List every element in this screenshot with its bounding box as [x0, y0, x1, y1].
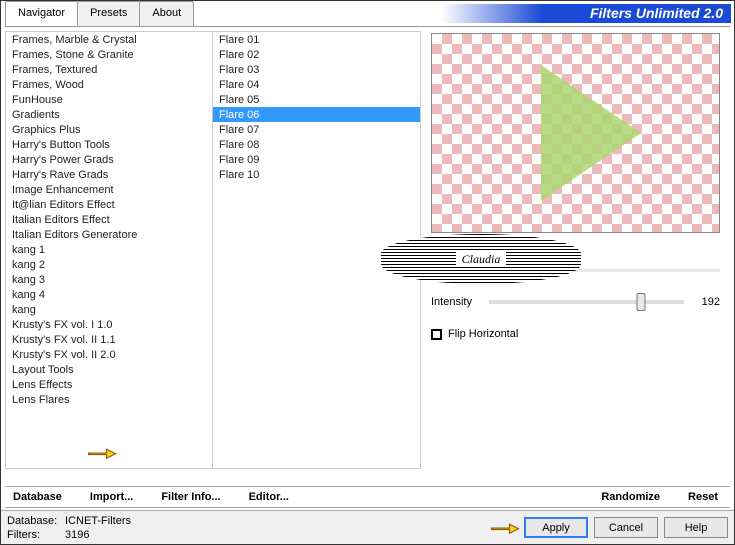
list-item[interactable]: Harry's Power Grads	[6, 152, 212, 167]
preview-canvas	[431, 33, 720, 233]
list-item[interactable]: kang	[6, 302, 212, 317]
list-item[interactable]: Krusty's FX vol. II 2.0	[6, 347, 212, 362]
flare-shape-icon	[541, 65, 641, 201]
list-item[interactable]: Flare 09	[213, 152, 420, 167]
list-item[interactable]: Flare 07	[213, 122, 420, 137]
help-button[interactable]: Help	[664, 517, 728, 538]
list-item[interactable]: Flare 10	[213, 167, 420, 182]
main: Frames, Marble & CrystalFrames, Stone & …	[5, 31, 730, 469]
list-item[interactable]: kang 3	[6, 272, 212, 287]
db-label: Database:	[7, 514, 65, 528]
tab-about[interactable]: About	[139, 1, 194, 26]
filters-value: 3196	[65, 529, 89, 541]
list-item[interactable]: Frames, Marble & Crystal	[6, 32, 212, 47]
intensity-slider[interactable]	[489, 300, 684, 304]
list-item[interactable]: Flare 08	[213, 137, 420, 152]
list-item[interactable]: Flare 03	[213, 62, 420, 77]
list-item[interactable]: Flare 05	[213, 92, 420, 107]
cancel-button[interactable]: Cancel	[594, 517, 658, 538]
list-item[interactable]: kang 1	[6, 242, 212, 257]
list-item[interactable]: Italian Editors Generatore	[6, 227, 212, 242]
pointer-hand-icon	[490, 517, 520, 539]
watermark-label: Claudia	[456, 252, 507, 267]
intensity-label: Intensity	[431, 296, 481, 308]
list-item[interactable]: It@lian Editors Effect	[6, 197, 212, 212]
list-item[interactable]: kang 2	[6, 257, 212, 272]
list-item[interactable]: Flare 04	[213, 77, 420, 92]
slider-thumb[interactable]	[637, 293, 646, 311]
list-item[interactable]: Frames, Stone & Granite	[6, 47, 212, 62]
db-value: ICNET-Filters	[65, 515, 131, 527]
tab-presets[interactable]: Presets	[77, 1, 140, 26]
filters-label: Filters:	[7, 528, 65, 542]
database-link[interactable]: Database	[13, 491, 62, 503]
apply-button[interactable]: Apply	[524, 517, 588, 538]
right-panel: Claudia Flare 06 Intensity 192 Flip Hori…	[421, 31, 730, 469]
list-item[interactable]: FunHouse	[6, 92, 212, 107]
footer-meta: Database:ICNET-Filters Filters:3196	[1, 514, 524, 542]
app-title: Filters Unlimited 2.0	[441, 4, 731, 23]
action-bar: Database Import... Filter Info... Editor…	[5, 486, 730, 508]
footer-buttons: Apply Cancel Help	[524, 517, 734, 538]
list-item[interactable]: Italian Editors Effect	[6, 212, 212, 227]
header: Navigator Presets About Filters Unlimite…	[1, 1, 734, 26]
intensity-value: 192	[692, 296, 720, 308]
editor-link[interactable]: Editor...	[249, 491, 289, 503]
list-item[interactable]: Lens Flares	[6, 392, 212, 407]
flip-horizontal-row: Flip Horizontal	[431, 328, 720, 340]
list-item[interactable]: Harry's Button Tools	[6, 137, 212, 152]
list-item[interactable]: Flare 06	[213, 107, 420, 122]
list-item[interactable]: Krusty's FX vol. I 1.0	[6, 317, 212, 332]
list-item[interactable]: Flare 02	[213, 47, 420, 62]
intensity-row: Intensity 192	[431, 296, 720, 308]
list-item[interactable]: Lens Effects	[6, 377, 212, 392]
list-item[interactable]: Krusty's FX vol. II 1.1	[6, 332, 212, 347]
tabs: Navigator Presets About	[1, 1, 193, 26]
list-item[interactable]: Layout Tools	[6, 362, 212, 377]
pointer-hand-icon	[87, 442, 117, 464]
list-item[interactable]: Frames, Wood	[6, 77, 212, 92]
footer: Database:ICNET-Filters Filters:3196 Appl…	[1, 510, 734, 544]
list-item[interactable]: Flare 01	[213, 32, 420, 47]
flip-horizontal-checkbox[interactable]	[431, 329, 442, 340]
list-item[interactable]: Gradients	[6, 107, 212, 122]
reset-link[interactable]: Reset	[688, 491, 718, 503]
category-list[interactable]: Frames, Marble & CrystalFrames, Stone & …	[5, 31, 213, 469]
flip-horizontal-label: Flip Horizontal	[448, 328, 518, 340]
list-item[interactable]: Image Enhancement	[6, 182, 212, 197]
list-item[interactable]: Frames, Textured	[6, 62, 212, 77]
list-item[interactable]: Harry's Rave Grads	[6, 167, 212, 182]
list-item[interactable]: kang 4	[6, 287, 212, 302]
import-link[interactable]: Import...	[90, 491, 133, 503]
filter-info-link[interactable]: Filter Info...	[161, 491, 220, 503]
list-item[interactable]: Graphics Plus	[6, 122, 212, 137]
watermark: Claudia	[381, 234, 581, 284]
randomize-link[interactable]: Randomize	[601, 491, 660, 503]
tab-navigator[interactable]: Navigator	[5, 1, 78, 26]
